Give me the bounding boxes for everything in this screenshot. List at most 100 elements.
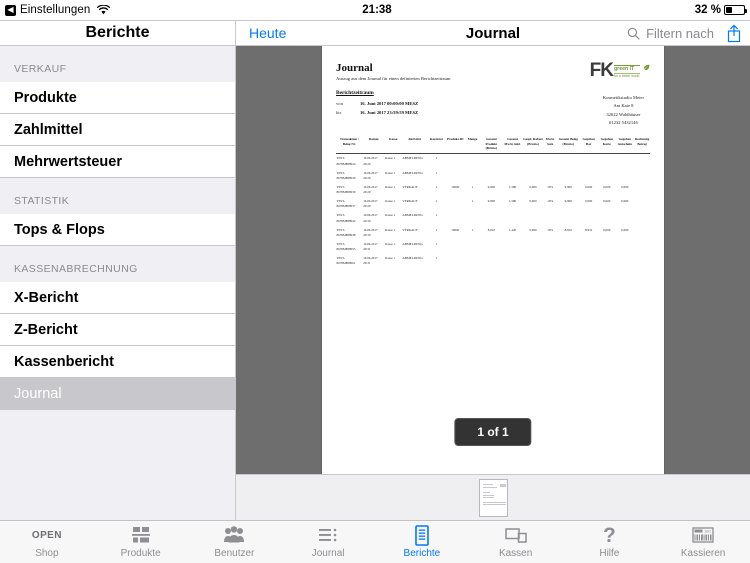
tab-hilfe[interactable]: ? Hilfe [563, 521, 657, 563]
sidebar-item-label: Zahlmittel [14, 121, 83, 138]
cell-gesamt-mwst: 1,420 [508, 227, 517, 232]
tab-kassieren[interactable]: 18C Kassieren [656, 521, 750, 563]
sidebar-item-zahlmittel[interactable]: Zahlmittel [0, 114, 235, 146]
cell-gesamt-beleg: 8,910 [564, 227, 572, 232]
cell-gesamt-mwst [502, 169, 522, 183]
cell-gesamt-produkt [480, 211, 502, 225]
tab-benutzer[interactable]: Benutzer [188, 521, 282, 563]
cell-gesamt-produkt: 8,910 [487, 227, 495, 232]
share-icon[interactable] [726, 24, 742, 43]
sidebar-item-tops-flops[interactable]: Tops & Flops [0, 214, 235, 246]
cell-kasse: Kasse 1 [385, 170, 396, 175]
cell-kasse: Kasse 1 [385, 199, 396, 204]
cell-geg-gutschein [615, 211, 634, 225]
cell-datum: 16.06.2017 20:29 [363, 156, 378, 166]
journal-table: Transaktion / Beleg Nr. Datum Kasse Akti… [336, 136, 650, 269]
cell-geg-bar [579, 169, 598, 183]
logo-tagline-block: green IT for a better world [614, 65, 640, 78]
col-gesamt-beleg: Gesamt Beleg (Brutto) [557, 136, 580, 155]
table-row: TEST-8678MBJ8042 16.06.2017 20:30 Kasse 1 A… [336, 211, 650, 225]
cell-gespl-rabatt: 0,000 [529, 199, 537, 204]
cell-menge: 1 [471, 199, 474, 204]
search-input[interactable]: Filtern nach [627, 26, 714, 41]
cell-mwst-satz [543, 154, 557, 169]
cell-gesamt-beleg: 9,900 [564, 199, 572, 204]
cell-geg-gutschein: 0,000 [621, 184, 629, 189]
cell-datum: 16.06.2017 20:29 [363, 184, 378, 194]
cell-kassierer: 1 [435, 256, 438, 261]
tab-berichte[interactable]: Berichte [375, 521, 469, 563]
cell-gesamt-beleg: 9,900 [564, 184, 572, 189]
sidebar-item-label: Journal [14, 385, 62, 402]
detail-navbar: Heute Journal Filtern nach [236, 21, 750, 46]
report-page: Journal Auszug aus dem Journal für einen… [322, 46, 664, 474]
col-gesamt-mwst: Gesamt MwSt. inkl. [502, 136, 523, 155]
cell-gesamt-produkt [480, 254, 502, 268]
cell-kassierer: 1 [435, 199, 438, 204]
cell-aktivitaet: VERKAUF [402, 227, 418, 232]
users-icon [223, 525, 245, 545]
cell-menge [465, 240, 481, 254]
search-icon [627, 27, 640, 40]
sidebar-item-produkte[interactable]: Produkte [0, 82, 235, 114]
col-gespl-rabatt: Gespl. Rabatt (Brutto) [522, 136, 544, 155]
sidebar-item-label: X-Bericht [14, 289, 79, 306]
sidebar-item-kassenbericht[interactable]: Kassenbericht [0, 346, 235, 378]
sidebar-section-header-verkauf: VERKAUF [0, 46, 235, 82]
page-thumbnail[interactable] [478, 478, 508, 517]
cell-gesamt-beleg [557, 169, 579, 183]
cell-kassierer: 1 [435, 227, 438, 232]
company-logo: FK green IT for a better world [590, 61, 650, 80]
sidebar-item-label: Kassenbericht [14, 353, 114, 370]
cell-geg-karte: 0,000 [603, 199, 611, 204]
col-datum: Datum [362, 136, 385, 155]
svg-text:18C: 18C [704, 529, 711, 534]
tab-shop[interactable]: OPEN Shop [0, 521, 94, 563]
cell-mwst-satz: 19% [547, 184, 554, 189]
tab-bar[interactable]: OPEN Shop Produkte Benutzer Journal Beri… [0, 520, 750, 563]
table-row: TEST-8678MBJ8024 16.06.2017 20:29 Kasse 1 A… [336, 154, 650, 169]
reports-document-icon [413, 524, 431, 546]
cell-kasse: Kasse 1 [385, 213, 396, 218]
sidebar-item-journal[interactable]: Journal [0, 378, 235, 410]
sidebar-item-label: Z-Bericht [14, 321, 78, 338]
col-rechnung-betrag: Rechnung Betrag [634, 136, 650, 155]
back-chevron-icon[interactable]: ◀ [5, 4, 16, 16]
sidebar-item-mehrwertsteuer[interactable]: Mehrwertsteuer [0, 146, 235, 178]
viewer-gutter-right [664, 46, 750, 474]
page-indicator-badge: 1 of 1 [454, 418, 532, 446]
cell-geg-bar [579, 240, 598, 254]
cell-produkt-id [446, 211, 465, 225]
viewer-gutter-left [236, 46, 322, 474]
cell-gespl-rabatt [523, 169, 543, 183]
cell-gesamt-mwst: 1,580 [508, 199, 517, 204]
cell-gesamt-beleg [557, 240, 579, 254]
cell-mwst-satz [543, 240, 557, 254]
tab-label: Shop [35, 548, 59, 559]
logo-slogan: for a better world [614, 73, 640, 79]
cell-geg-bar: 0,000 [585, 199, 593, 204]
cell-produkt-id [446, 154, 465, 169]
col-mwst-satz: MwSt. Satz [543, 136, 558, 155]
sidebar-item-z-bericht[interactable]: Z-Bericht [0, 314, 235, 346]
cell-geg-bar [579, 211, 598, 225]
tab-kassen[interactable]: Kassen [469, 521, 563, 563]
sidebar-list[interactable]: VERKAUF Produkte Zahlmittel Mehrwertsteu… [0, 46, 235, 520]
cell-gesamt-mwst [502, 254, 522, 268]
document-viewer[interactable]: Journal Auszug aus dem Journal für einen… [236, 46, 750, 474]
back-button-heute[interactable]: Heute [244, 25, 286, 41]
tab-produkte[interactable]: Produkte [94, 521, 188, 563]
page-thumbnail-strip[interactable] [236, 474, 750, 520]
cell-rechnung [634, 183, 650, 197]
status-bar-left[interactable]: ◀ Einstellungen [0, 4, 111, 16]
tab-journal[interactable]: Journal [281, 521, 375, 563]
cell-geg-gutschein [615, 154, 634, 169]
sidebar-item-x-bericht[interactable]: X-Bericht [0, 282, 235, 314]
cell-gesamt-mwst [502, 211, 522, 225]
status-bar-back-label[interactable]: Einstellungen [20, 4, 90, 16]
cell-gespl-rabatt [523, 240, 543, 254]
cell-menge [465, 154, 481, 169]
cell-gesamt-mwst: 1,580 [508, 184, 517, 189]
col-menge: Menge [464, 136, 481, 155]
address-line: Kosmetikstudio Meier [602, 95, 644, 101]
